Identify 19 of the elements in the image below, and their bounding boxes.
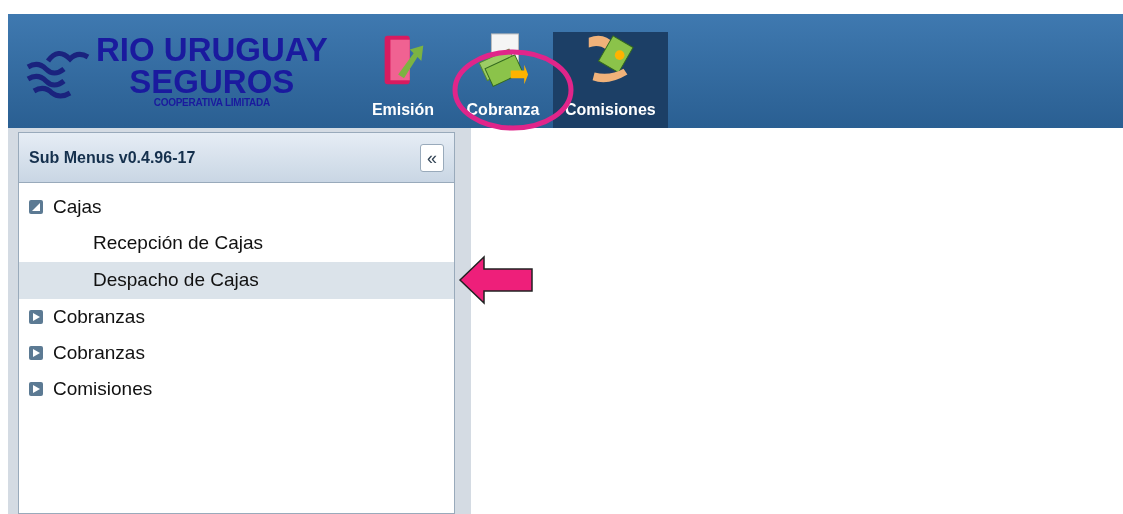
tree-item[interactable]: Despacho de Cajas (19, 262, 454, 299)
sidebar-title: Sub Menus v0.4.96-17 (29, 147, 196, 168)
logo-tagline: COOPERATIVA LIMITADA (153, 98, 270, 108)
module-tab[interactable]: Cobranza (453, 32, 553, 128)
logo-title: RIO URUGUAY (96, 34, 328, 66)
logo-subtitle: SEGUROS (129, 66, 295, 98)
money-icon (477, 32, 529, 88)
expand-icon[interactable] (29, 346, 43, 360)
tree-item[interactable]: Recepción de Cajas (19, 225, 454, 262)
expand-icon[interactable] (29, 382, 43, 396)
tree-item[interactable]: Cajas (19, 189, 454, 225)
tree-item[interactable]: Cobranzas (19, 335, 454, 371)
module-tab[interactable]: Comisiones (553, 32, 668, 128)
module-tab[interactable]: Emisión (353, 32, 453, 128)
collapse-button[interactable]: « (420, 143, 444, 172)
expand-icon[interactable] (29, 310, 43, 324)
collapse-icon[interactable] (29, 200, 43, 214)
tree-item[interactable]: Cobranzas (19, 299, 454, 335)
tree-item[interactable]: Comisiones (19, 371, 454, 407)
